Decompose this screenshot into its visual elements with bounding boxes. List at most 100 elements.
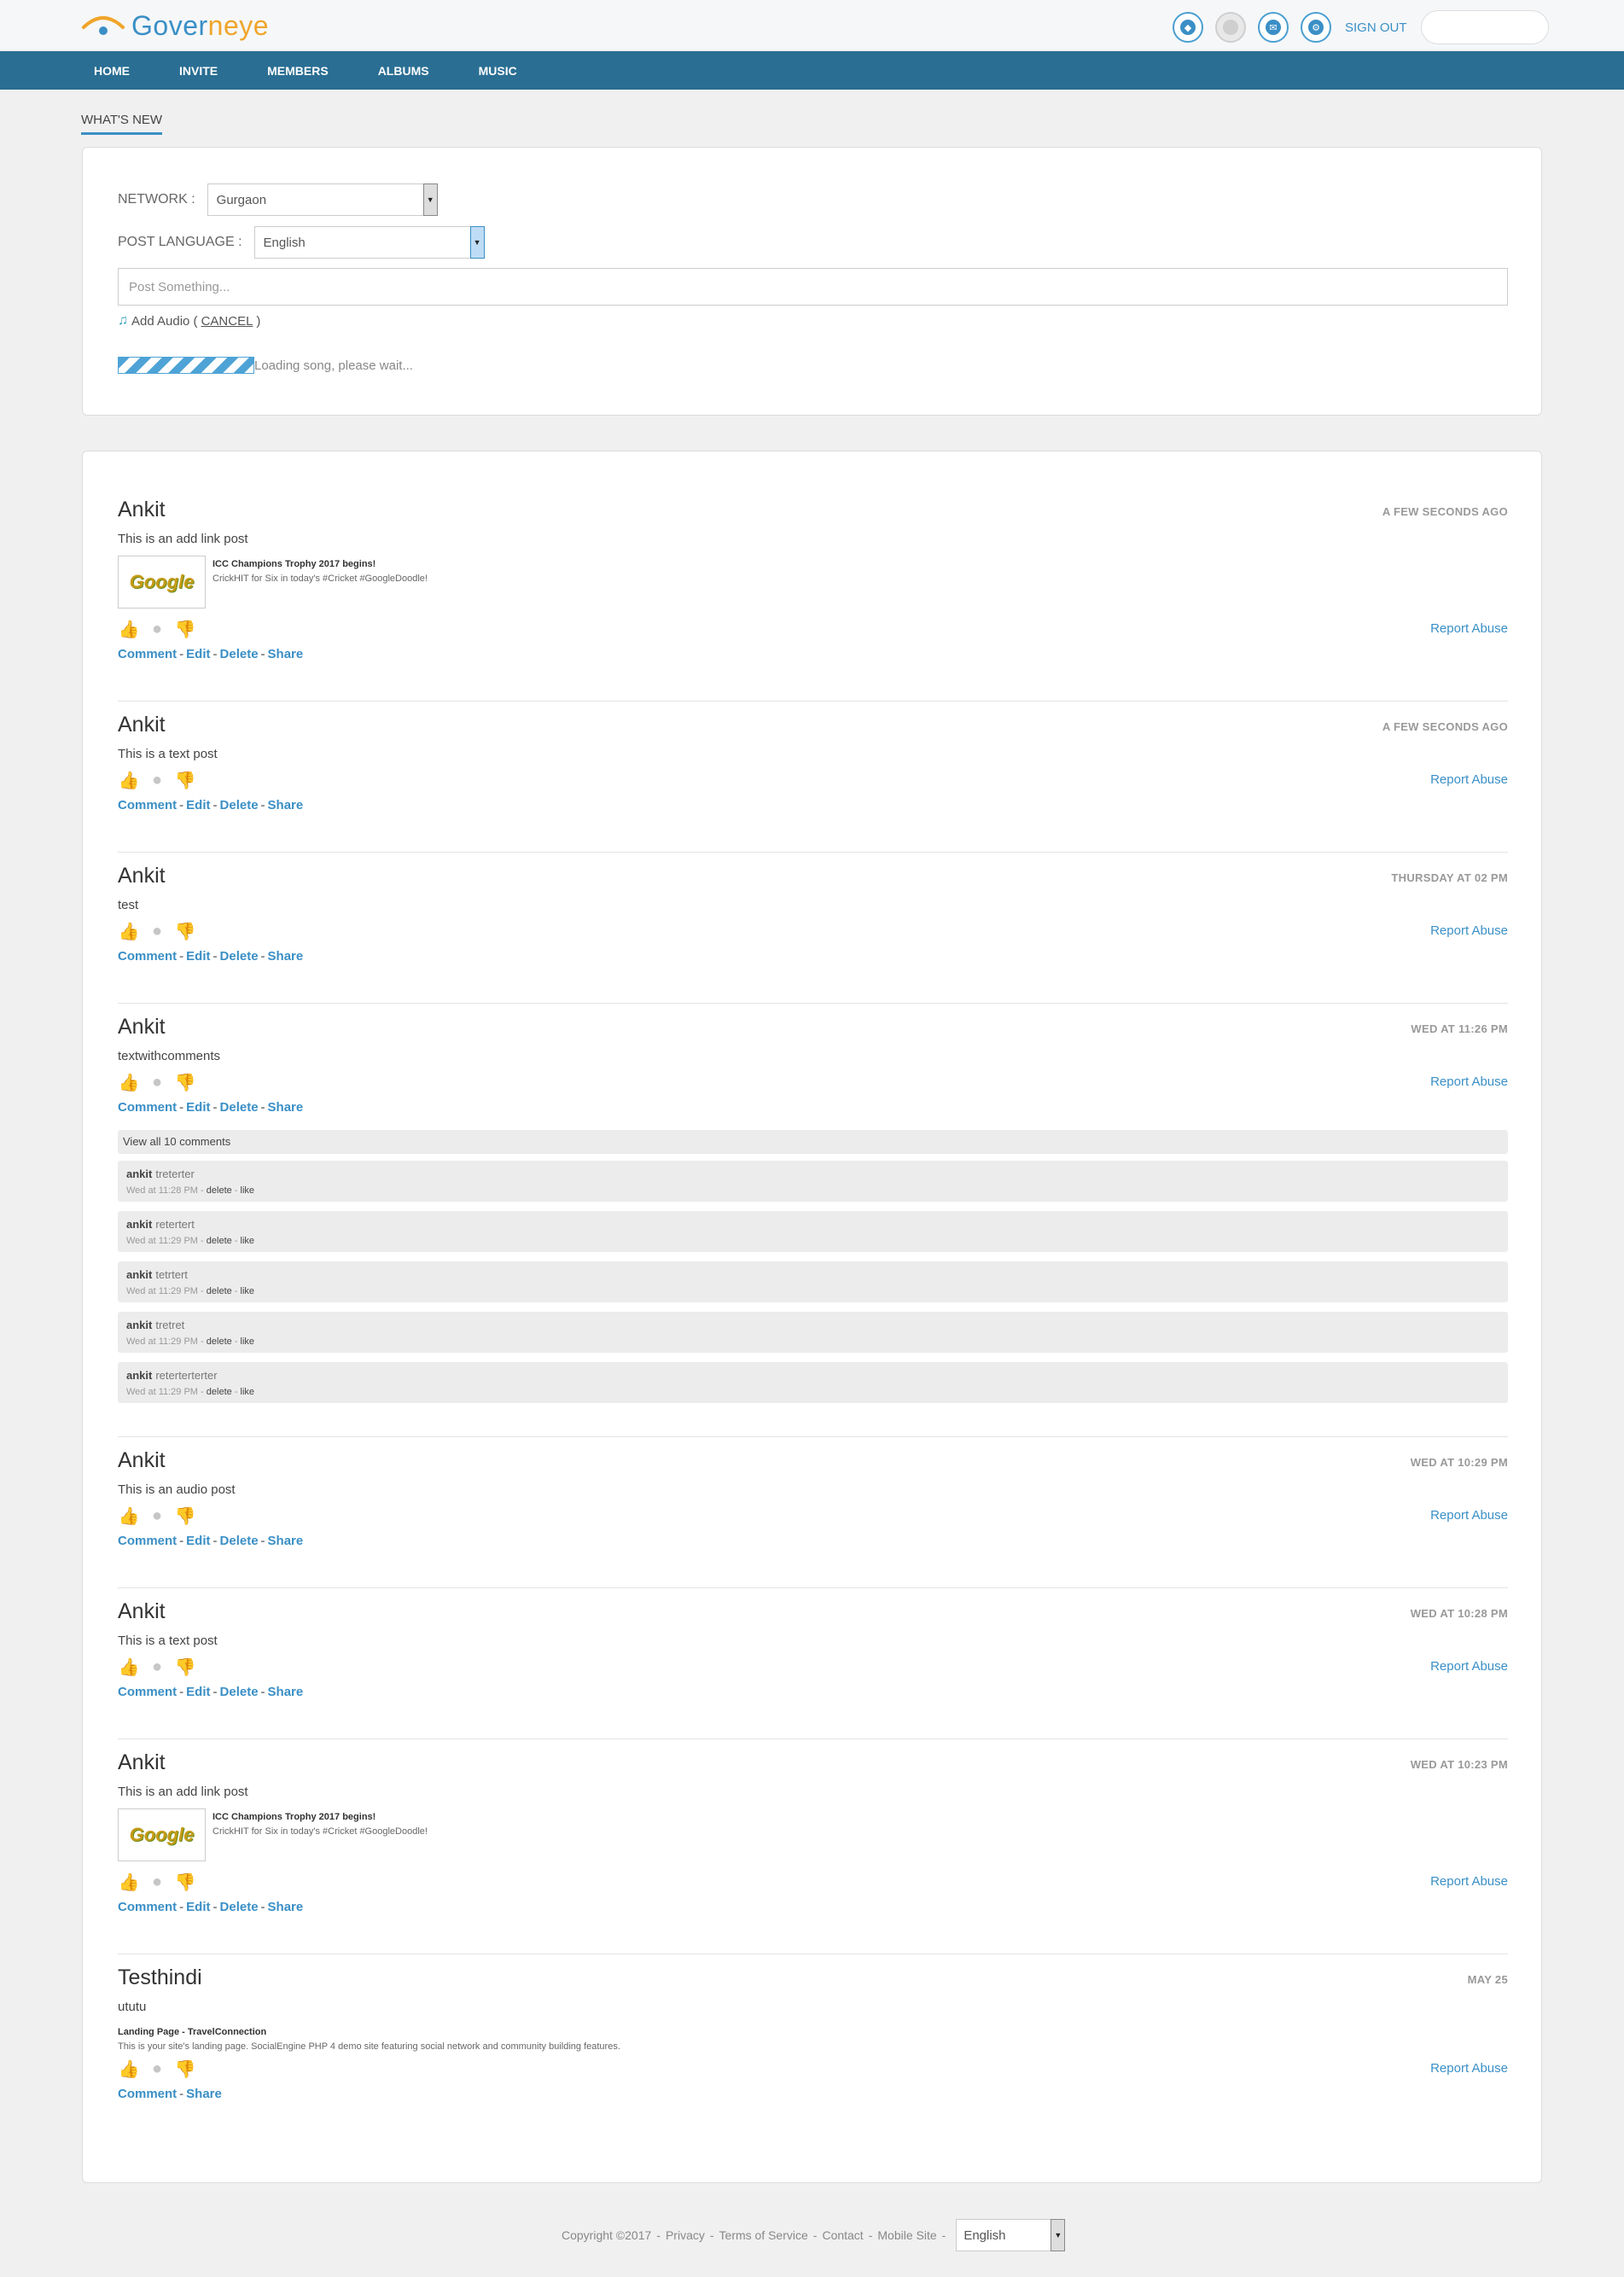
- nav-members[interactable]: MEMBERS: [255, 64, 341, 78]
- settings-button[interactable]: ⚙: [1301, 12, 1331, 43]
- post-author[interactable]: Ankit: [118, 1015, 166, 1040]
- like-icon[interactable]: 👍: [118, 1506, 140, 1526]
- like-icon[interactable]: 👍: [118, 1073, 140, 1092]
- dislike-icon[interactable]: 👎: [174, 922, 196, 941]
- nav-albums[interactable]: ALBUMS: [366, 64, 441, 78]
- comment-like-link[interactable]: like: [241, 1336, 255, 1347]
- comment-link[interactable]: Comment: [118, 1900, 177, 1914]
- comment-link[interactable]: Comment: [118, 1534, 177, 1548]
- link-preview[interactable]: Landing Page - TravelConnection This is …: [118, 2027, 620, 2052]
- post-author[interactable]: Ankit: [118, 864, 166, 888]
- dislike-icon[interactable]: 👎: [174, 771, 196, 790]
- notifications-button[interactable]: ◆: [1173, 12, 1203, 43]
- report-abuse-link[interactable]: Report Abuse: [1430, 1508, 1508, 1523]
- comment-link[interactable]: Comment: [118, 798, 177, 812]
- contact-link[interactable]: Contact: [822, 2228, 863, 2242]
- neutral-icon[interactable]: ●: [146, 2059, 168, 2078]
- signout-link[interactable]: SIGN OUT: [1345, 20, 1407, 35]
- search-input[interactable]: [1420, 10, 1549, 44]
- mobile-site-link[interactable]: Mobile Site: [877, 2228, 936, 2242]
- report-abuse-link[interactable]: Report Abuse: [1430, 1874, 1508, 1889]
- edit-link[interactable]: Edit: [186, 949, 210, 964]
- edit-link[interactable]: Edit: [186, 798, 210, 812]
- comment-like-link[interactable]: like: [241, 1387, 255, 1397]
- view-all-comments-link[interactable]: View all 10 comments: [118, 1130, 1508, 1154]
- comment-link[interactable]: Comment: [118, 2087, 177, 2101]
- edit-link[interactable]: Edit: [186, 1685, 210, 1699]
- comment-link[interactable]: Comment: [118, 1685, 177, 1699]
- comment-link[interactable]: Comment: [118, 949, 177, 964]
- language-select[interactable]: English ▼: [253, 226, 485, 259]
- comment-delete-link[interactable]: delete: [207, 1236, 232, 1246]
- dislike-icon[interactable]: 👎: [174, 1872, 196, 1892]
- post-author[interactable]: Ankit: [118, 1750, 166, 1775]
- post-author[interactable]: Ankit: [118, 498, 166, 522]
- like-icon[interactable]: 👍: [118, 1872, 140, 1892]
- comment-delete-link[interactable]: delete: [207, 1286, 232, 1296]
- dislike-icon[interactable]: 👎: [174, 1506, 196, 1526]
- link-title[interactable]: ICC Champions Trophy 2017 begins!: [212, 1812, 428, 1822]
- delete-link[interactable]: Delete: [220, 798, 259, 812]
- neutral-icon[interactable]: ●: [146, 1872, 168, 1891]
- delete-link[interactable]: Delete: [220, 1900, 259, 1914]
- edit-link[interactable]: Edit: [186, 647, 210, 661]
- neutral-icon[interactable]: ●: [146, 771, 168, 789]
- comment-delete-link[interactable]: delete: [207, 1387, 232, 1397]
- comment-author[interactable]: ankit: [126, 1268, 152, 1281]
- edit-link[interactable]: Edit: [186, 1900, 210, 1914]
- dislike-icon[interactable]: 👎: [174, 1657, 196, 1677]
- link-title[interactable]: ICC Champions Trophy 2017 begins!: [212, 559, 428, 569]
- comment-delete-link[interactable]: delete: [207, 1336, 232, 1347]
- report-abuse-link[interactable]: Report Abuse: [1430, 923, 1508, 938]
- share-link[interactable]: Share: [268, 1100, 304, 1115]
- share-link[interactable]: Share: [268, 1685, 304, 1699]
- dislike-icon[interactable]: 👎: [174, 620, 196, 639]
- neutral-icon[interactable]: ●: [146, 1506, 168, 1525]
- comment-link[interactable]: Comment: [118, 1100, 177, 1115]
- neutral-icon[interactable]: ●: [146, 1073, 168, 1092]
- delete-link[interactable]: Delete: [220, 1685, 259, 1699]
- nav-invite[interactable]: INVITE: [167, 64, 230, 78]
- like-icon[interactable]: 👍: [118, 922, 140, 941]
- comment-like-link[interactable]: like: [241, 1185, 255, 1196]
- share-link[interactable]: Share: [268, 798, 304, 812]
- report-abuse-link[interactable]: Report Abuse: [1430, 621, 1508, 636]
- like-icon[interactable]: 👍: [118, 1657, 140, 1677]
- share-link[interactable]: Share: [268, 949, 304, 964]
- delete-link[interactable]: Delete: [220, 1534, 259, 1548]
- post-author[interactable]: Ankit: [118, 713, 166, 737]
- report-abuse-link[interactable]: Report Abuse: [1430, 772, 1508, 787]
- profile-avatar[interactable]: [1215, 12, 1246, 43]
- site-logo[interactable]: Governeye: [80, 7, 269, 44]
- dislike-icon[interactable]: 👎: [174, 2059, 196, 2079]
- nav-music[interactable]: MUSIC: [467, 64, 529, 78]
- share-link[interactable]: Share: [186, 2087, 222, 2101]
- nav-home[interactable]: HOME: [82, 64, 142, 78]
- like-icon[interactable]: 👍: [118, 620, 140, 639]
- delete-link[interactable]: Delete: [220, 1100, 259, 1115]
- share-link[interactable]: Share: [268, 647, 304, 661]
- report-abuse-link[interactable]: Report Abuse: [1430, 1074, 1508, 1089]
- messages-button[interactable]: ✉: [1258, 12, 1289, 43]
- comment-like-link[interactable]: like: [241, 1286, 255, 1296]
- neutral-icon[interactable]: ●: [146, 922, 168, 940]
- like-icon[interactable]: 👍: [118, 2059, 140, 2079]
- terms-link[interactable]: Terms of Service: [719, 2228, 808, 2242]
- neutral-icon[interactable]: ●: [146, 1657, 168, 1676]
- link-preview[interactable]: Google ICC Champions Trophy 2017 begins!…: [118, 1808, 428, 1861]
- edit-link[interactable]: Edit: [186, 1534, 210, 1548]
- report-abuse-link[interactable]: Report Abuse: [1430, 1659, 1508, 1674]
- comment-delete-link[interactable]: delete: [207, 1185, 232, 1196]
- post-author[interactable]: Ankit: [118, 1599, 166, 1624]
- post-author[interactable]: Testhindi: [118, 1965, 202, 1990]
- link-preview[interactable]: Google ICC Champions Trophy 2017 begins!…: [118, 556, 428, 609]
- comment-author[interactable]: ankit: [126, 1369, 152, 1382]
- privacy-link[interactable]: Privacy: [666, 2228, 705, 2242]
- link-title[interactable]: Landing Page - TravelConnection: [118, 2027, 620, 2037]
- like-icon[interactable]: 👍: [118, 771, 140, 790]
- network-select[interactable]: Gurgaon ▼: [207, 183, 438, 216]
- dislike-icon[interactable]: 👎: [174, 1073, 196, 1092]
- report-abuse-link[interactable]: Report Abuse: [1430, 2061, 1508, 2076]
- post-author[interactable]: Ankit: [118, 1448, 166, 1473]
- language-select[interactable]: English ▼: [956, 2219, 1066, 2251]
